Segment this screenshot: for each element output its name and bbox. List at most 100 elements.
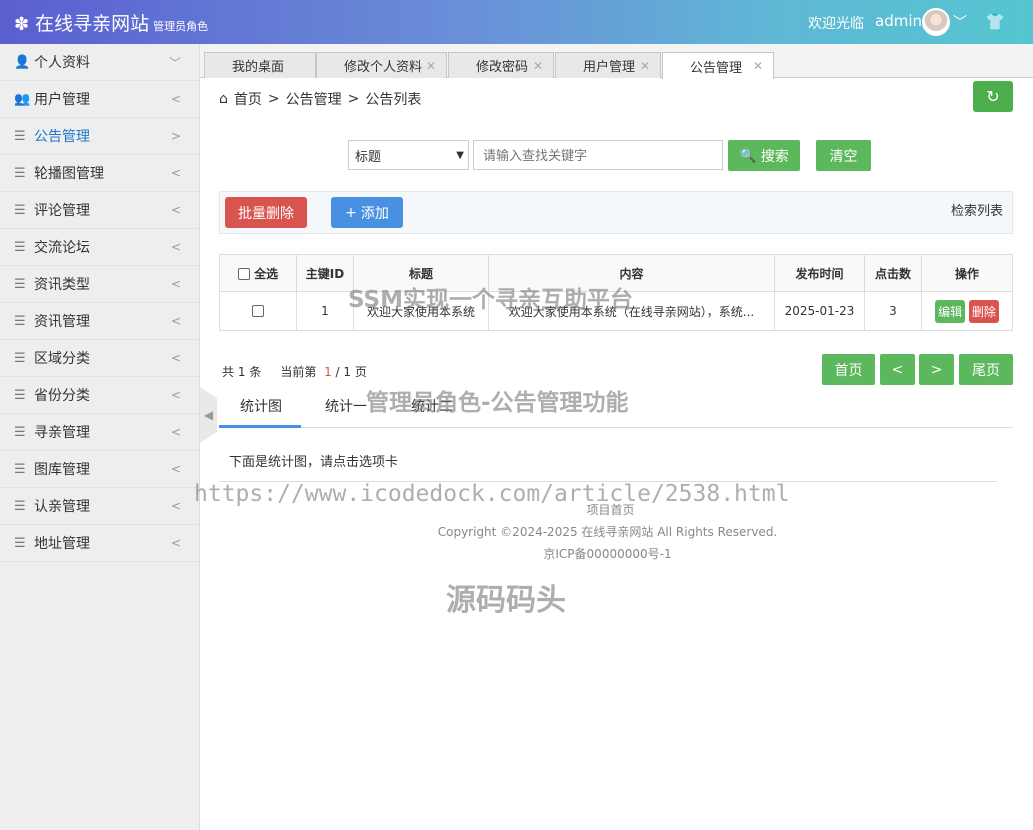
current-page: 1 bbox=[324, 365, 332, 379]
tab-announcement-management[interactable]: 公告管理 ✕ bbox=[662, 52, 774, 79]
site-title: 在线寻亲网站 bbox=[35, 13, 150, 35]
sidebar-item-users[interactable]: 👥 用户管理 < bbox=[0, 81, 199, 118]
sidebar-item-label: 寻亲管理 bbox=[34, 425, 90, 441]
header-clicks: 点击数 bbox=[864, 254, 922, 292]
tab-label: 我的桌面 bbox=[232, 60, 285, 75]
sidebar-item-label: 资讯类型 bbox=[34, 277, 90, 293]
tab-edit-profile[interactable]: 修改个人资料 ✕ bbox=[316, 52, 447, 78]
list-icon: ☰ bbox=[14, 498, 26, 514]
total-count: 1 bbox=[237, 365, 246, 379]
first-page-button[interactable]: 首页 bbox=[822, 354, 875, 385]
sidebar-item-label: 公告管理 bbox=[34, 129, 90, 145]
tab-desktop[interactable]: 我的桌面 bbox=[204, 52, 316, 78]
refresh-button[interactable]: ↻ bbox=[973, 81, 1013, 112]
chevron-left-icon: < bbox=[170, 92, 181, 106]
select-all-checkbox[interactable] bbox=[237, 267, 250, 280]
user-icon: 👤 bbox=[14, 54, 31, 70]
welcome-text: 欢迎光临 bbox=[808, 16, 864, 32]
sidebar-item-label: 省份分类 bbox=[34, 388, 90, 404]
top-header: ✽ 在线寻亲网站 管理员角色 欢迎光临 admin ﹀ 👕 bbox=[0, 0, 1033, 44]
sidebar-item-carousel[interactable]: ☰ 轮播图管理 < bbox=[0, 155, 199, 192]
list-icon: ☰ bbox=[14, 202, 26, 218]
list-icon: ☰ bbox=[14, 276, 26, 292]
chevron-left-icon: < bbox=[170, 314, 181, 328]
pagination-info: 共 1 条 当前第 1 / 1 页 bbox=[222, 363, 367, 380]
edit-button[interactable]: 编辑 bbox=[935, 299, 966, 323]
total-prefix: 共 bbox=[222, 365, 235, 379]
cell-id: 1 bbox=[296, 291, 354, 331]
header-label: 全选 bbox=[254, 266, 279, 281]
list-icon: ☰ bbox=[14, 535, 26, 551]
sidebar-item-gallery[interactable]: ☰ 图库管理 < bbox=[0, 451, 199, 488]
prev-page-button[interactable]: < bbox=[880, 354, 915, 385]
sidebar-item-comments[interactable]: ☰ 评论管理 < bbox=[0, 192, 199, 229]
sidebar-item-profile[interactable]: 👤 个人资料 ﹀ bbox=[0, 44, 199, 81]
row-select-cell bbox=[219, 291, 297, 331]
sidebar-item-news-types[interactable]: ☰ 资讯类型 < bbox=[0, 266, 199, 303]
page-count: / 1 页 bbox=[335, 365, 367, 379]
search-input[interactable] bbox=[473, 140, 723, 170]
batch-delete-label: 批量删除 bbox=[238, 205, 294, 222]
sidebar-item-label: 个人资料 bbox=[34, 55, 90, 71]
sidebar-item-announcements[interactable]: ☰ 公告管理 > bbox=[0, 118, 199, 155]
last-page-button[interactable]: 尾页 bbox=[959, 354, 1013, 385]
next-page-button[interactable]: > bbox=[919, 354, 954, 385]
retrieve-list-link[interactable]: 检索列表 bbox=[951, 200, 1003, 219]
close-icon[interactable]: ✕ bbox=[426, 59, 436, 73]
chevron-left-icon: < bbox=[170, 388, 181, 402]
batch-delete-button[interactable]: 批量删除 bbox=[225, 197, 307, 228]
username[interactable]: admin bbox=[875, 12, 922, 30]
sidebar-item-provinces[interactable]: ☰ 省份分类 < bbox=[0, 377, 199, 414]
sidebar-item-label: 评论管理 bbox=[34, 203, 90, 219]
chevron-down-icon[interactable]: ﹀ bbox=[953, 12, 967, 32]
tab-label: 用户管理 bbox=[583, 60, 636, 75]
logo[interactable]: ✽ 在线寻亲网站 管理员角色 bbox=[14, 9, 208, 36]
sidebar-item-forum[interactable]: ☰ 交流论坛 < bbox=[0, 229, 199, 266]
search-button[interactable]: 🔍 搜索 bbox=[728, 140, 800, 171]
sidebar-item-label: 轮播图管理 bbox=[34, 166, 104, 182]
theme-shirt-icon[interactable]: 👕 bbox=[985, 12, 1005, 31]
sidebar-item-news[interactable]: ☰ 资讯管理 < bbox=[0, 303, 199, 340]
tab-stats-chart[interactable]: 统计图 bbox=[240, 396, 282, 416]
close-icon[interactable]: ✕ bbox=[640, 59, 650, 73]
avatar[interactable] bbox=[922, 8, 950, 36]
chevron-left-icon: < bbox=[170, 351, 181, 365]
list-icon: ☰ bbox=[14, 424, 26, 440]
search-icon: 🔍 bbox=[739, 147, 757, 164]
tab-stats-one[interactable]: 统计一 bbox=[325, 396, 367, 416]
header-date: 发布时间 bbox=[774, 254, 865, 292]
watermark-brand: 源码码头 bbox=[446, 583, 566, 618]
sidebar: 👤 个人资料 ﹀ 👥 用户管理 < ☰ 公告管理 > ☰ 轮播图管理 < ☰ 评… bbox=[0, 44, 200, 830]
watermark-subtitle: 管理员角色-公告管理功能 bbox=[366, 390, 629, 416]
close-icon[interactable]: ✕ bbox=[533, 59, 543, 73]
select-all-header[interactable]: 全选 bbox=[219, 254, 297, 292]
clear-button[interactable]: 清空 bbox=[816, 140, 871, 171]
sidebar-item-label: 图库管理 bbox=[34, 462, 90, 478]
plus-icon: + bbox=[345, 204, 357, 221]
add-button[interactable]: + 添加 bbox=[331, 197, 403, 228]
sidebar-item-regions[interactable]: ☰ 区域分类 < bbox=[0, 340, 199, 377]
list-icon: ☰ bbox=[14, 387, 26, 403]
tab-label: 公告管理 bbox=[690, 60, 743, 76]
breadcrumb-level1[interactable]: 公告管理 bbox=[286, 89, 342, 109]
tab-label: 修改密码 bbox=[476, 60, 529, 75]
tab-user-management[interactable]: 用户管理 ✕ bbox=[555, 52, 661, 78]
sidebar-collapse-handle[interactable]: ◀ bbox=[200, 387, 217, 443]
active-tab-indicator bbox=[219, 425, 301, 428]
row-checkbox[interactable] bbox=[252, 305, 264, 317]
sidebar-item-label: 地址管理 bbox=[34, 536, 90, 552]
delete-button[interactable]: 删除 bbox=[968, 299, 999, 323]
footer-copyright: Copyright ©2024-2025 在线寻亲网站 All Rights R… bbox=[437, 525, 778, 539]
breadcrumb-home[interactable]: 首页 bbox=[234, 89, 262, 109]
sidebar-item-search-kin[interactable]: ☰ 寻亲管理 < bbox=[0, 414, 199, 451]
search-field-select[interactable]: 标题 ▼ bbox=[348, 140, 469, 170]
sidebar-item-label: 用户管理 bbox=[34, 92, 90, 108]
tab-change-password[interactable]: 修改密码 ✕ bbox=[448, 52, 554, 78]
gear-icon: ✽ bbox=[14, 14, 30, 35]
chevron-left-icon: < bbox=[170, 462, 181, 476]
list-icon: ☰ bbox=[14, 313, 26, 329]
list-icon: ☰ bbox=[14, 165, 26, 181]
list-icon: ☰ bbox=[14, 128, 26, 144]
close-icon[interactable]: ✕ bbox=[753, 59, 763, 73]
chevron-left-icon: < bbox=[170, 425, 181, 439]
